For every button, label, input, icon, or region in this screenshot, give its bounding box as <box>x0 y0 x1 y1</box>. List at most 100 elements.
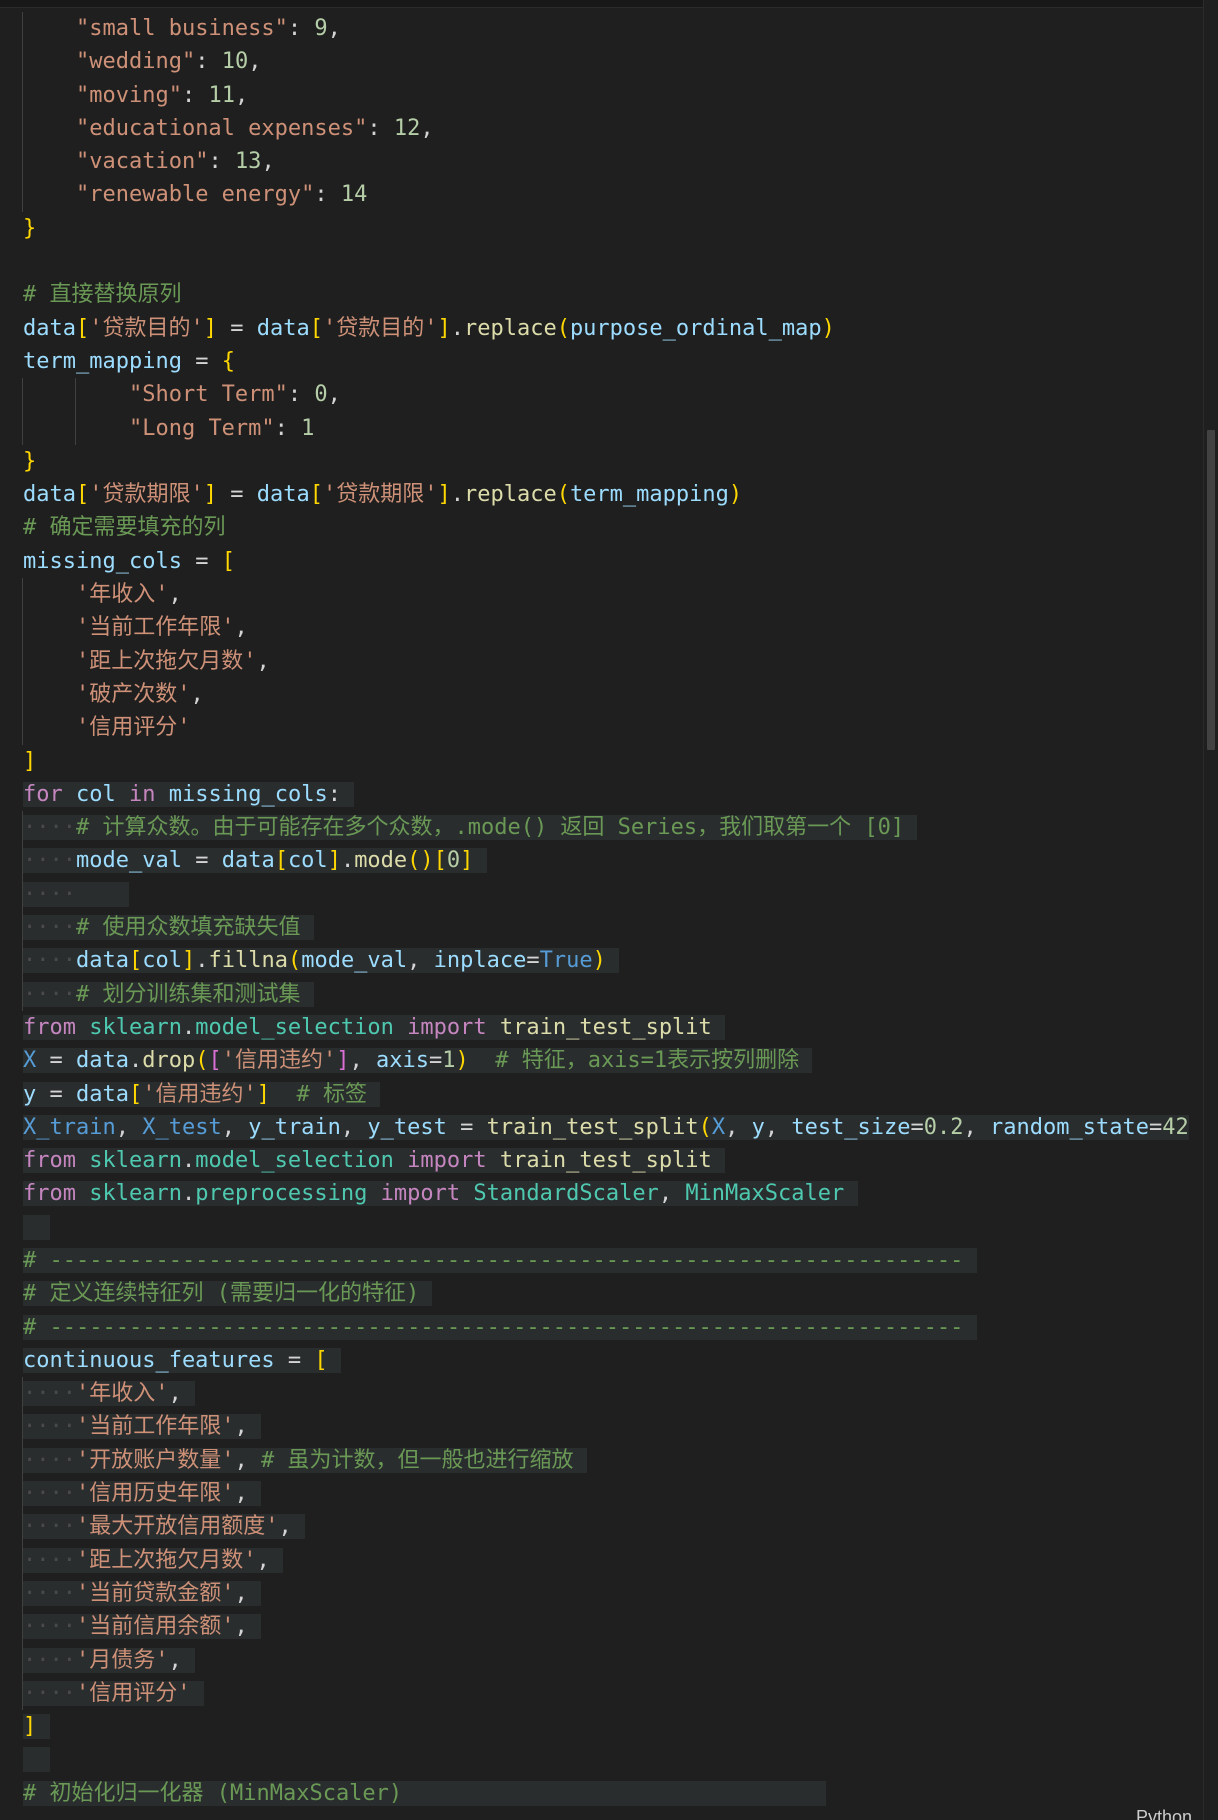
code-token: ] <box>23 748 37 774</box>
code-token: sklearn <box>89 1148 182 1174</box>
code-line[interactable]: ····# 使用众数填充缺失值 <box>22 911 1203 945</box>
code-line[interactable]: ····'年收入', <box>22 1377 1203 1411</box>
code-line[interactable]: ····# 划分训练集和测试集 <box>22 977 1203 1011</box>
code-line[interactable]: } <box>23 212 1203 245</box>
code-line-content: # 确定需要填充的列 <box>23 515 226 540</box>
code-line[interactable]: '距上次拖欠月数', <box>22 644 1203 678</box>
code-line[interactable]: ····mode_val = data[col].mode()[0] <box>22 844 1203 878</box>
code-line[interactable]: ····# 计算众数。由于可能存在多个众数，.mode() 返回 Series，… <box>22 811 1203 845</box>
code-token: sklearn <box>89 1181 182 1207</box>
code-token: 10 <box>221 49 249 75</box>
code-line[interactable]: # 定义连续特征列 (需要归一化的特征) <box>23 1277 1203 1310</box>
code-line[interactable] <box>23 1211 1203 1244</box>
code-token: '贷款目的' <box>89 315 204 341</box>
code-line[interactable]: for col in missing_cols: <box>23 778 1203 811</box>
code-line[interactable]: ] <box>23 745 1203 778</box>
code-line[interactable]: '破产次数', <box>22 677 1203 712</box>
code-line[interactable]: # --------------------------------------… <box>23 1244 1203 1277</box>
code-line[interactable]: ····'当前信用余额', <box>22 1610 1203 1644</box>
code-line-content: "Short Term": 0, <box>23 382 341 407</box>
scrollbar-thumb[interactable] <box>1207 430 1215 750</box>
code-line[interactable]: from sklearn.preprocessing import Standa… <box>23 1177 1203 1210</box>
code-line[interactable] <box>23 1743 1203 1776</box>
code-line[interactable]: from sklearn.model_selection import trai… <box>23 1144 1203 1177</box>
code-editor[interactable]: "small business": 9, "wedding": 10, "mov… <box>0 0 1218 1820</box>
code-line[interactable]: # 初始化归一化器 (MinMaxScaler) <box>23 1777 1203 1810</box>
code-token: , <box>256 648 270 674</box>
code-line[interactable]: continuous_features = [ <box>23 1344 1203 1377</box>
code-token: [ <box>75 315 90 341</box>
code-token: : <box>327 781 355 807</box>
code-line[interactable]: missing_cols = [ <box>23 545 1203 578</box>
code-token: axis <box>375 1048 429 1074</box>
code-line-content: # 定义连续特征列 (需要归一化的特征) <box>23 1281 433 1307</box>
code-token: . <box>181 1181 196 1207</box>
code-line[interactable]: ···· <box>22 877 1203 912</box>
code-token: [ <box>309 482 323 508</box>
code-token: [ <box>75 482 90 508</box>
code-line[interactable]: } <box>23 445 1203 478</box>
code-line[interactable]: "educational expenses": 12, <box>22 111 1203 146</box>
code-token: , <box>221 1114 249 1140</box>
language-mode-indicator[interactable]: Python <box>1136 1807 1192 1820</box>
code-line[interactable]: '当前工作年限', <box>22 611 1203 645</box>
code-token: , <box>420 115 434 141</box>
code-line[interactable]: from sklearn.model_selection import trai… <box>23 1011 1203 1044</box>
code-token: train_test_split <box>486 1114 699 1140</box>
code-token: MinMaxScaler <box>685 1181 845 1207</box>
code-token: # 定义连续特征列 (需要归一化的特征) <box>23 1281 433 1307</box>
vertical-scrollbar[interactable] <box>1203 0 1218 1820</box>
code-line[interactable]: ····'当前贷款金额', <box>22 1576 1203 1611</box>
code-line[interactable]: y = data['信用违约'] # 标签 <box>23 1078 1203 1111</box>
code-token: 12 <box>393 115 421 141</box>
code-line[interactable]: ····'开放账户数量', # 虽为计数，但一般也进行缩放 <box>22 1443 1203 1478</box>
code-line[interactable]: term_mapping = { <box>23 345 1203 378</box>
code-token: [ <box>128 948 143 974</box>
code-token: , <box>190 681 204 707</box>
code-line[interactable]: ····'信用历史年限', <box>22 1477 1203 1511</box>
code-line[interactable]: data['贷款期限'] = data['贷款期限'].replace(term… <box>23 478 1203 511</box>
code-line[interactable]: data['贷款目的'] = data['贷款目的'].replace(purp… <box>23 312 1203 345</box>
code-line[interactable]: '信用评分' <box>22 711 1203 745</box>
indent-whitespace: ···· <box>23 981 76 1007</box>
code-token: . <box>181 1148 196 1174</box>
code-line[interactable]: # --------------------------------------… <box>23 1311 1203 1344</box>
indent-guide <box>22 1643 23 1677</box>
code-line[interactable]: X = data.drop(['信用违约'], axis=1) # 特征，axi… <box>23 1044 1203 1077</box>
code-line[interactable]: ····'月债务', <box>22 1643 1203 1677</box>
code-line[interactable]: '年收入', <box>22 578 1203 612</box>
code-line[interactable]: "wedding": 10, <box>22 45 1203 79</box>
code-line[interactable]: "vacation": 13, <box>22 145 1203 179</box>
code-line[interactable]: "moving": 11, <box>22 78 1203 112</box>
code-token: import <box>380 1181 461 1207</box>
code-line-content: ····# 划分训练集和测试集 <box>23 981 314 1007</box>
code-line[interactable]: X_train, X_test, y_train, y_test = train… <box>23 1111 1203 1144</box>
code-line[interactable]: # 直接替换原列 <box>23 278 1203 311</box>
code-token: "small business" <box>75 16 288 41</box>
code-line[interactable]: "Short Term": 0, <box>22 378 1203 412</box>
code-line-content: data['贷款期限'] = data['贷款期限'].replace(term… <box>23 482 742 507</box>
code-line[interactable]: # 确定需要填充的列 <box>23 511 1203 544</box>
code-line[interactable]: ····'最大开放信用额度', <box>22 1510 1203 1544</box>
code-line[interactable]: ] <box>23 1710 1203 1743</box>
code-token: '信用评分' <box>75 1680 191 1706</box>
code-area[interactable]: "small business": 9, "wedding": 10, "mov… <box>22 12 1203 1810</box>
code-token: purpose_ordinal_map <box>569 315 822 341</box>
code-token: mode_val <box>301 948 408 974</box>
code-line[interactable]: "renewable energy": 14 <box>22 178 1203 212</box>
indent-guide <box>22 78 23 112</box>
code-line[interactable]: ····data[col].fillna(mode_val, inplace=T… <box>22 944 1203 978</box>
code-line[interactable]: ····'信用评分' <box>22 1676 1203 1711</box>
code-line[interactable]: ····'距上次拖欠月数', <box>22 1543 1203 1577</box>
code-line[interactable] <box>23 245 1203 278</box>
code-line-content <box>23 1747 50 1773</box>
code-line[interactable]: "Long Term": 1 <box>22 411 1203 445</box>
code-line[interactable]: ····'当前工作年限', <box>22 1410 1203 1444</box>
code-line[interactable]: "small business": 9, <box>22 12 1203 46</box>
indent-guide <box>75 378 76 412</box>
code-token: data <box>221 848 275 874</box>
